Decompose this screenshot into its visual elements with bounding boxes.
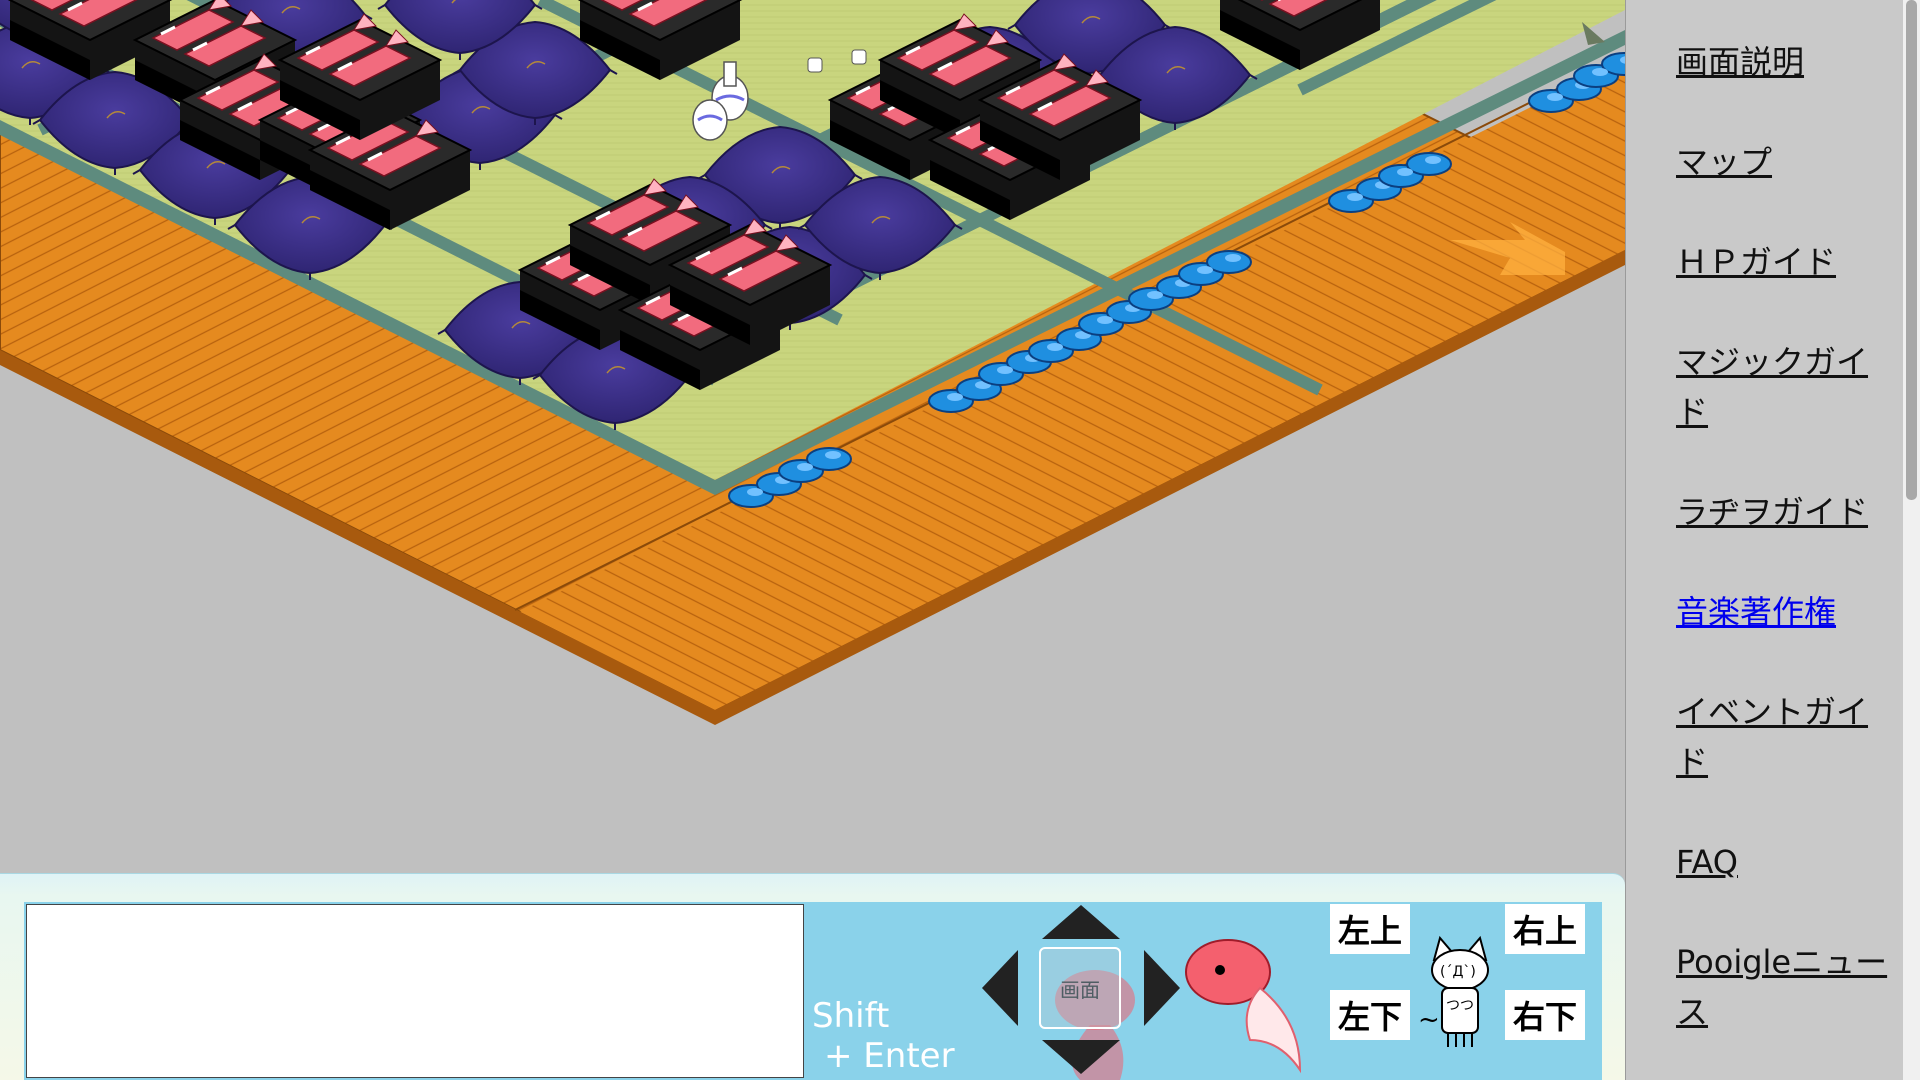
move-lower-left-button[interactable]: 左下 (1330, 990, 1410, 1040)
sidebar-item-radio-guide[interactable]: ラヂヲガイド (1676, 487, 1896, 537)
move-upper-left-button[interactable]: 左上 (1330, 904, 1410, 954)
sidebar-item-map[interactable]: マップ (1676, 137, 1896, 187)
room-scene[interactable] (0, 0, 1625, 880)
arrow-right-icon[interactable] (1142, 948, 1182, 1028)
arrow-up-icon[interactable] (1040, 903, 1122, 941)
cat-mascot-icon: (´Д`) つつ (1431, 935, 1489, 1047)
scrollbar-thumb[interactable] (1906, 0, 1917, 500)
svg-text:つつ: つつ (1446, 998, 1474, 1014)
sidebar: 画面説明 マップ ＨＰガイド マジックガイド ラヂヲガイド 音楽著作権 イベント… (1625, 0, 1903, 1080)
game-view[interactable]: Shift + Enter 画面 左上 右上 左下 右下 (´Д`) つつ ~ (0, 0, 1625, 1080)
sidebar-item-event-guide[interactable]: イベントガイド (1676, 687, 1896, 787)
sidebar-item-faq[interactable]: FAQ (1676, 837, 1896, 887)
sidebar-item-magic-guide[interactable]: マジックガイド (1676, 337, 1896, 437)
screen-button[interactable]: 画面 (1039, 947, 1121, 1029)
move-upper-right-button[interactable]: 右上 (1505, 904, 1585, 954)
send-hint: Shift + Enter (812, 996, 955, 1076)
sidebar-item-hp-guide[interactable]: ＨＰガイド (1676, 237, 1896, 287)
sidebar-item-pooigle-news[interactable]: Pooigleニュース (1676, 937, 1896, 1037)
sidebar-item-music-copyright[interactable]: 音楽著作権 (1676, 587, 1896, 637)
chat-input[interactable] (26, 904, 804, 1078)
tilde-mark: ~ (1418, 1005, 1440, 1035)
send-hint-line1: Shift (812, 996, 890, 1036)
move-lower-right-button[interactable]: 右下 (1505, 990, 1585, 1040)
send-hint-line2: + Enter (824, 1036, 955, 1076)
sidebar-item-screen-guide[interactable]: 画面説明 (1676, 37, 1896, 87)
arrow-left-icon[interactable] (980, 948, 1020, 1028)
arrow-down-icon[interactable] (1040, 1038, 1122, 1076)
svg-text:(´Д`): (´Д`) (1440, 964, 1476, 980)
